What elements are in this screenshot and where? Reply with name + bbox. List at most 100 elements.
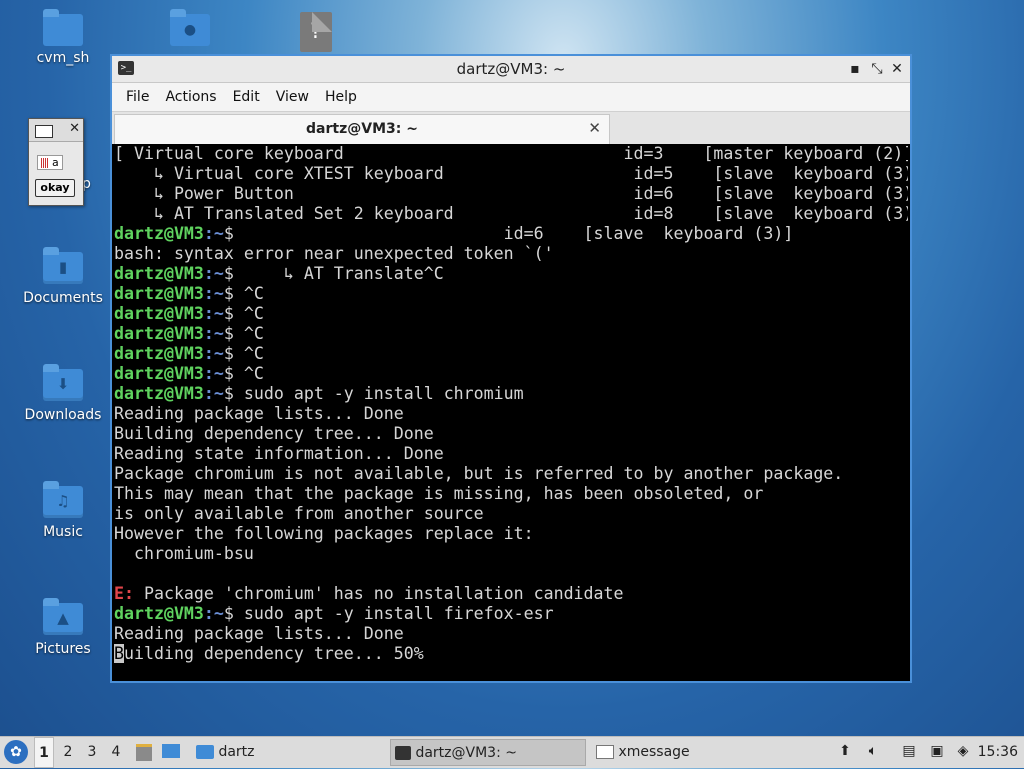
- terminal-icon: [395, 746, 411, 760]
- command-text: $ ^C: [223, 304, 264, 323]
- workspace-3[interactable]: 3: [82, 737, 102, 768]
- close-icon[interactable]: ✕: [888, 58, 906, 80]
- command-text: $ id=6 [slave keyboard (3)]: [223, 224, 794, 243]
- desktop-icon-downloads[interactable]: ⬇ Downloads: [20, 364, 106, 423]
- prompt-path: :~: [203, 384, 224, 403]
- xmessage-titlebar[interactable]: ✕: [29, 119, 83, 142]
- window-titlebar[interactable]: >_ dartz@VM3: ~ ▪ ⤡ ✕: [112, 56, 910, 83]
- prompt-user: dartz@VM3: [114, 304, 204, 323]
- command-text: $ sudo apt -y install firefox-esr: [223, 604, 554, 623]
- okay-button[interactable]: okay: [35, 179, 75, 197]
- terminal-line: chromium-bsu: [114, 544, 908, 564]
- close-tab-icon[interactable]: ✕: [588, 119, 601, 137]
- terminal-line: ↳ Power Button id=6 [slave keyboard (3)]: [114, 184, 908, 204]
- terminal-line: ↳ Virtual core XTEST keyboard id=5 [slav…: [114, 164, 908, 184]
- desktop-icon-label: Downloads: [24, 407, 102, 423]
- command-text: $ ^C: [223, 344, 264, 363]
- terminal-line: Building dependency tree... Done: [114, 424, 908, 444]
- xmessage-window[interactable]: ✕ a okay: [28, 118, 84, 206]
- prompt-user: dartz@VM3: [114, 364, 204, 383]
- terminal-line: [ Virtual core keyboard id=3 [master key…: [114, 144, 908, 164]
- prompt-user: dartz@VM3: [114, 384, 204, 403]
- window-icon: [596, 745, 614, 759]
- prompt-path: :~: [203, 604, 224, 623]
- network-icon[interactable]: ▣: [928, 742, 946, 760]
- folder-icon[interactable]: [43, 9, 83, 46]
- output-text: Reading state information... Done: [114, 444, 444, 463]
- maximize-icon[interactable]: ⤡: [868, 58, 886, 80]
- minimize-icon[interactable]: ▪: [846, 58, 864, 80]
- error-label: E:: [114, 584, 134, 603]
- terminal-line: dartz@VM3:~$ ^C: [114, 324, 908, 344]
- barcode-icon: [41, 158, 49, 168]
- prompt-path: :~: [203, 324, 224, 343]
- menu-view[interactable]: View: [268, 89, 317, 105]
- desktop-icon-cvm-sh[interactable]: cvm_sh: [20, 50, 106, 66]
- task-xmessage[interactable]: xmessage: [592, 739, 796, 766]
- task-terminal[interactable]: dartz@VM3: ~: [390, 739, 586, 766]
- output-text: Reading package lists... Done: [114, 404, 404, 423]
- menu-help[interactable]: Help: [317, 89, 365, 105]
- start-menu-icon[interactable]: ✿: [4, 740, 28, 764]
- clipboard-icon[interactable]: ▤: [900, 742, 918, 760]
- terminal-window[interactable]: >_ dartz@VM3: ~ ▪ ⤡ ✕ File Actions Edit …: [110, 54, 912, 683]
- notification-icon[interactable]: ◈: [954, 742, 972, 760]
- output-text: This may mean that the package is missin…: [114, 484, 764, 503]
- document-folder-icon: ▮: [43, 247, 83, 284]
- unknown-file-icon[interactable]: ?: [300, 12, 332, 52]
- output-text: Building dependency tree... Done: [114, 424, 434, 443]
- workspace-2[interactable]: 2: [58, 737, 78, 768]
- menu-bar: File Actions Edit View Help: [112, 83, 910, 111]
- prompt-path: :~: [203, 284, 224, 303]
- desktop-icon-music[interactable]: ♫ Music: [20, 481, 106, 540]
- terminal-line: This may mean that the package is missin…: [114, 484, 908, 504]
- prompt-user: dartz@VM3: [114, 264, 204, 283]
- task-dartz[interactable]: dartz: [192, 739, 386, 766]
- command-text: $ sudo apt -y install chromium: [223, 384, 524, 403]
- prompt-path: :~: [203, 264, 224, 283]
- folder-icon: [196, 745, 214, 759]
- show-desktop-icon[interactable]: [162, 742, 180, 760]
- tab-bar: dartz@VM3: ~ ✕: [112, 111, 910, 144]
- desktop-icon-pictures[interactable]: ▲ Pictures: [20, 598, 106, 657]
- output-text: ↳ Virtual core XTEST keyboard id=5 [slav…: [114, 164, 908, 183]
- close-icon[interactable]: ✕: [69, 121, 80, 136]
- output-text: bash: syntax error near unexpected token…: [114, 244, 554, 263]
- terminal-line: However the following packages replace i…: [114, 524, 908, 544]
- terminal-line: bash: syntax error near unexpected token…: [114, 244, 908, 264]
- desktop-icon-label: cvm_sh: [36, 50, 90, 66]
- prompt-user: dartz@VM3: [114, 224, 204, 243]
- window-title: dartz@VM3: ~: [456, 60, 566, 78]
- terminal-output[interactable]: [ Virtual core keyboard id=3 [master key…: [114, 144, 908, 679]
- user-folder-icon[interactable]: ●: [170, 9, 210, 46]
- terminal-line: Reading package lists... Done: [114, 404, 908, 424]
- menu-edit[interactable]: Edit: [225, 89, 268, 105]
- terminal-line: Reading state information... Done: [114, 444, 908, 464]
- menu-file[interactable]: File: [118, 89, 157, 105]
- picture-folder-icon: ▲: [43, 598, 83, 635]
- volume-icon[interactable]: 🔈︎: [864, 742, 882, 760]
- desktop-icon-label: Documents: [23, 290, 103, 306]
- prompt-user: dartz@VM3: [114, 344, 204, 363]
- desktop-icon-documents[interactable]: ▮ Documents: [20, 247, 106, 306]
- terminal-line: dartz@VM3:~$ ^C: [114, 364, 908, 384]
- menu-actions[interactable]: Actions: [157, 89, 224, 105]
- upload-icon[interactable]: ⬆: [836, 742, 854, 760]
- output-text: Reading package lists... Done: [114, 624, 404, 643]
- terminal-line: E: Package 'chromium' has no installatio…: [114, 584, 908, 604]
- terminal-line: Building dependency tree... 50%: [114, 644, 908, 664]
- workspace-1[interactable]: 1: [34, 737, 54, 768]
- error-text: Package 'chromium' has no installation c…: [133, 584, 624, 603]
- output-text: chromium-bsu: [114, 544, 254, 563]
- desktop-icon-label: Music: [43, 524, 83, 540]
- clock: 15:36: [977, 744, 1018, 760]
- output-text: Package chromium is not available, but i…: [114, 464, 844, 483]
- workspace-4[interactable]: 4: [106, 737, 126, 768]
- terminal-line: Reading package lists... Done: [114, 624, 908, 644]
- terminal-line: is only available from another source: [114, 504, 908, 524]
- tab-terminal[interactable]: dartz@VM3: ~ ✕: [114, 114, 610, 144]
- text-cursor: B: [114, 644, 124, 663]
- file-manager-icon[interactable]: [136, 742, 154, 761]
- terminal-line: dartz@VM3:~$ ↳ AT Translate^C: [114, 264, 908, 284]
